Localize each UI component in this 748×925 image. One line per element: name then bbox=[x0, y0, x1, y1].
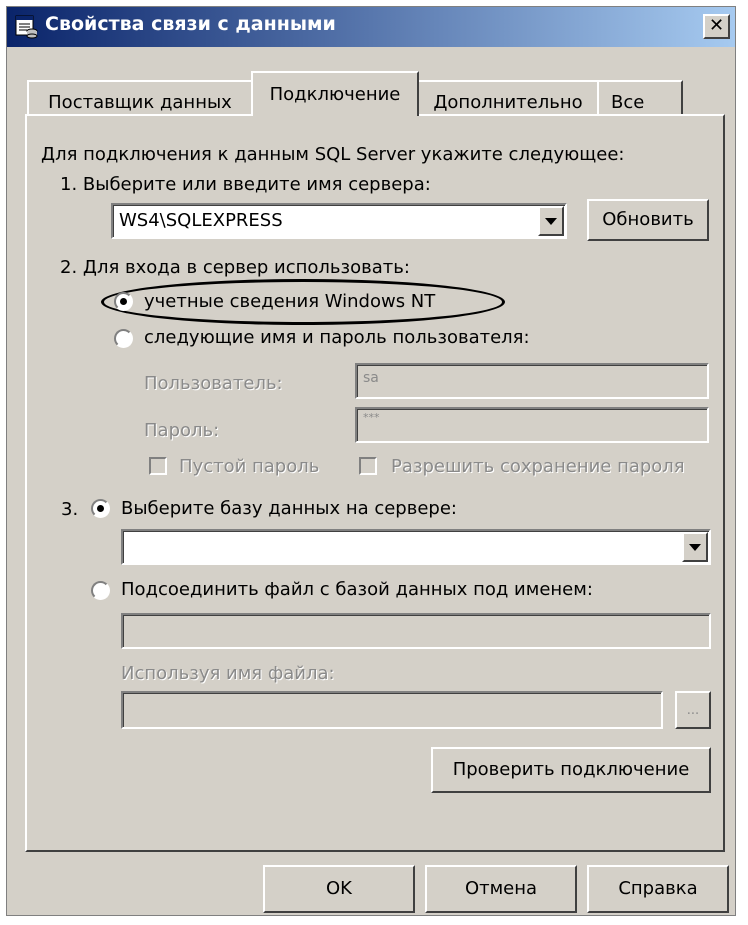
tab-all-label: Все bbox=[611, 92, 645, 113]
cancel-button-label: Отмена bbox=[464, 878, 538, 899]
tab-provider-label: Поставщик данных bbox=[48, 92, 232, 113]
ok-button-label: OK bbox=[326, 878, 352, 899]
tab-connection[interactable]: Подключение bbox=[251, 71, 419, 116]
close-button[interactable]: ✕ bbox=[703, 14, 730, 39]
cancel-button[interactable]: Отмена bbox=[425, 865, 577, 913]
close-icon: ✕ bbox=[708, 15, 725, 36]
connection-panel bbox=[25, 114, 725, 852]
window-title: Свойства связи с данными bbox=[45, 13, 336, 35]
help-button[interactable]: Справка bbox=[587, 865, 729, 913]
tab-advanced-label: Дополнительно bbox=[433, 92, 583, 113]
title-bar[interactable]: Свойства связи с данными ✕ bbox=[7, 7, 735, 47]
help-button-label: Справка bbox=[618, 878, 698, 899]
tab-advanced[interactable]: Дополнительно bbox=[417, 80, 599, 116]
tab-all[interactable]: Все bbox=[597, 80, 683, 116]
tab-provider[interactable]: Поставщик данных bbox=[27, 80, 253, 116]
data-link-properties-dialog: Свойства связи с данными ✕ Поставщик дан… bbox=[6, 6, 736, 916]
tab-connection-label: Подключение bbox=[269, 84, 401, 105]
data-link-icon bbox=[15, 15, 38, 39]
ok-button[interactable]: OK bbox=[263, 865, 415, 913]
